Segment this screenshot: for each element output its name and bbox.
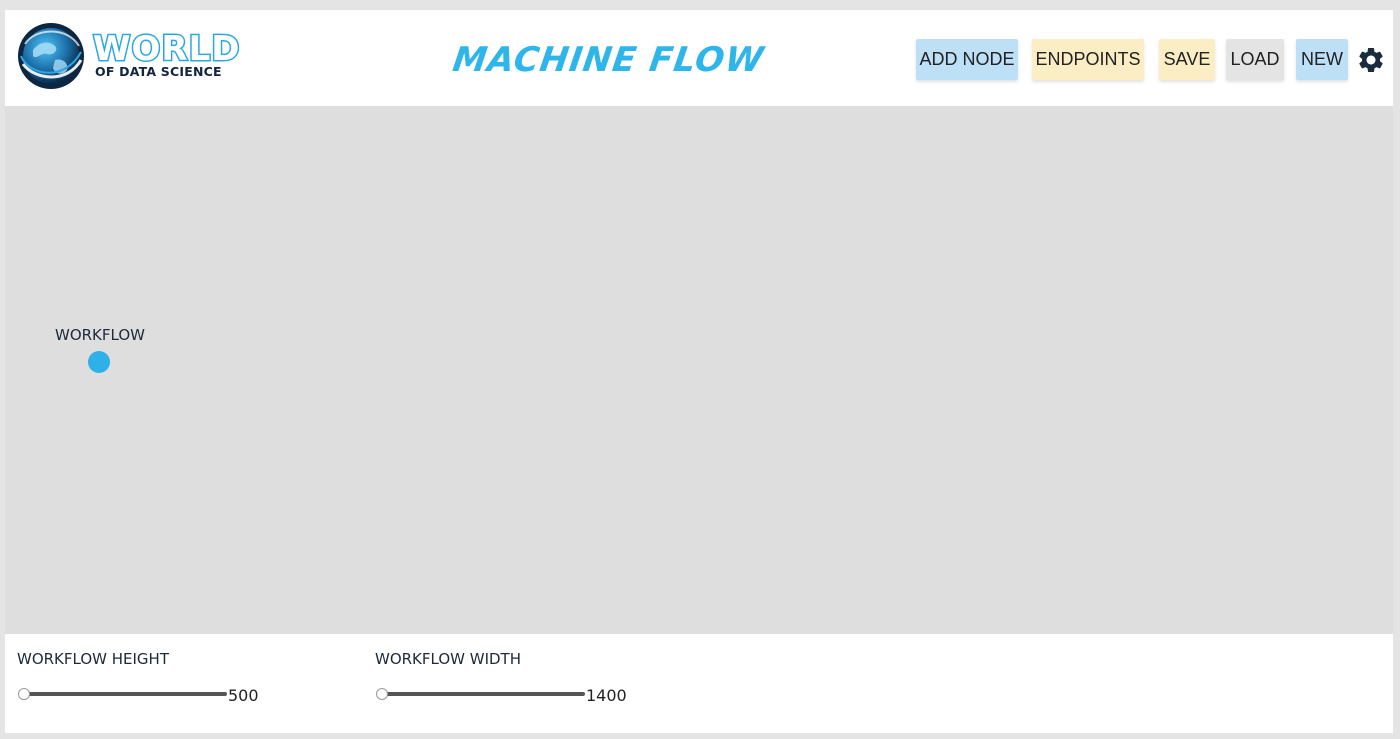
workflow-width-slider-thumb[interactable] — [376, 688, 388, 700]
logo-wordmark: WORLD — [91, 29, 241, 69]
workflow-node-label: WORKFLOW — [55, 326, 145, 344]
world-of-data-science-logo[interactable]: WORLD OF DATA SCIENCE — [15, 20, 265, 92]
workflow-width-slider[interactable] — [376, 688, 585, 700]
endpoints-button[interactable]: ENDPOINTS — [1032, 39, 1144, 80]
workflow-width-label: WORKFLOW WIDTH — [375, 650, 522, 668]
workflow-node[interactable] — [88, 351, 110, 373]
app-title: MACHINE FLOW — [450, 40, 767, 80]
app-root: WORLD OF DATA SCIENCE MACHINE FLOW ADD N… — [0, 0, 1400, 739]
load-button[interactable]: LOAD — [1226, 39, 1284, 80]
gear-icon[interactable] — [1356, 45, 1386, 75]
workflow-height-slider[interactable] — [18, 688, 227, 700]
workflow-height-label: WORKFLOW HEIGHT — [17, 650, 169, 668]
header-bar: WORLD OF DATA SCIENCE MACHINE FLOW ADD N… — [5, 10, 1393, 106]
workflow-height-value: 500 — [228, 686, 259, 705]
add-node-button[interactable]: ADD NODE — [916, 39, 1018, 80]
logo-subtitle: OF DATA SCIENCE — [95, 64, 222, 79]
workflow-size-controls: WORKFLOW HEIGHT 500 WORKFLOW WIDTH 1400 — [5, 634, 1393, 733]
workflow-height-slider-thumb[interactable] — [18, 688, 30, 700]
new-button[interactable]: NEW — [1296, 39, 1348, 80]
workflow-width-value: 1400 — [586, 686, 627, 705]
globe-icon — [18, 23, 84, 89]
workflow-canvas[interactable]: WORKFLOW — [5, 106, 1393, 634]
save-button[interactable]: SAVE — [1159, 39, 1215, 80]
